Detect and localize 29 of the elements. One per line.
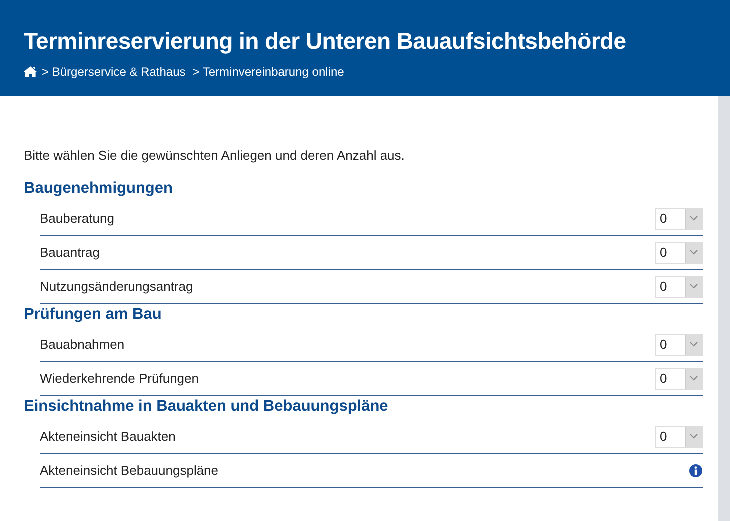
item-label: Nutzungsänderungsantrag xyxy=(40,279,194,294)
count-dropdown[interactable]: 0 xyxy=(655,368,703,390)
section-heading: Baugenehmigungen xyxy=(24,179,174,199)
item-label: Akteneinsicht Bebauungspläne xyxy=(40,463,219,478)
chevron-down-icon xyxy=(690,250,698,255)
chevron-down-icon xyxy=(690,434,698,439)
section-heading: Einsichtnahme in Bauakten und Bebauungspläne xyxy=(24,397,390,417)
item-label: Wiederkehrende Prüfungen xyxy=(40,371,199,386)
breadcrumb-link[interactable]: > Terminvereinbarung online xyxy=(192,65,344,79)
count-dropdown[interactable]: 0 xyxy=(655,242,703,264)
count-dropdown[interactable]: 0 xyxy=(655,276,703,298)
item-label: Akteneinsicht Bauakten xyxy=(40,429,176,444)
intro-text: Bitte wählen Sie die gewünschten Anliegen und deren Anzahl aus. xyxy=(24,148,406,163)
item-label: Bauabnahmen xyxy=(40,337,125,352)
section-heading: Prüfungen am Bau xyxy=(24,305,163,325)
scrollbar[interactable] xyxy=(718,96,730,521)
info-icon[interactable] xyxy=(689,464,703,478)
count-dropdown[interactable]: 0 xyxy=(655,426,703,448)
chevron-down-icon xyxy=(690,216,698,221)
item-label: Bauantrag xyxy=(40,245,100,260)
breadcrumb-link[interactable]: > Bürgerservice & Rathaus xyxy=(42,65,186,79)
count-dropdown[interactable]: 0 xyxy=(655,334,703,356)
chevron-down-icon xyxy=(690,342,698,347)
count-dropdown[interactable]: 0 xyxy=(655,208,703,230)
home-icon[interactable] xyxy=(24,66,37,78)
chevron-down-icon xyxy=(690,376,698,381)
item-label: Bauberatung xyxy=(40,211,114,226)
page-title: Terminreservierung in der Unteren Bauaufsichtsbehörde xyxy=(24,28,628,55)
chevron-down-icon xyxy=(690,284,698,289)
